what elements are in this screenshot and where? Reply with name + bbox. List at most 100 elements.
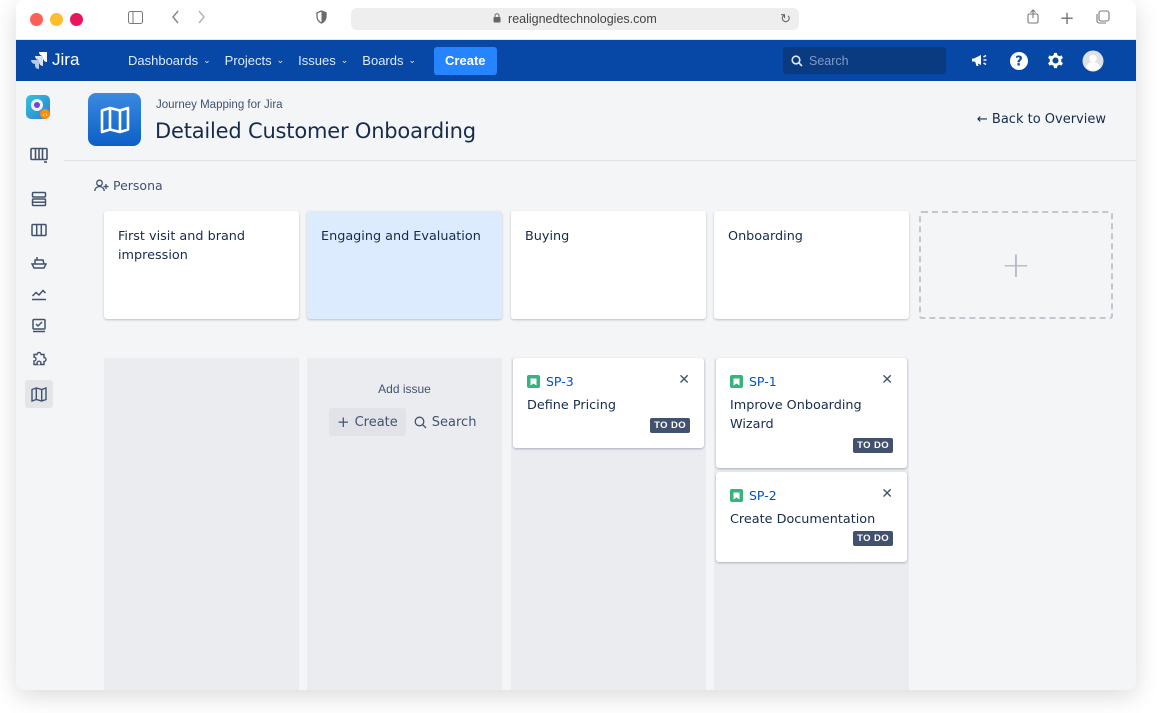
- reports-chart-icon[interactable]: [25, 280, 53, 308]
- help-icon[interactable]: ?: [1007, 48, 1031, 73]
- minimize-window-button[interactable]: [50, 13, 63, 26]
- board-icon[interactable]: [25, 141, 53, 169]
- issue-card[interactable]: SP-2 ✕ Create Documentation TO DO: [716, 472, 907, 562]
- addons-puzzle-icon[interactable]: [25, 344, 53, 372]
- issue-key[interactable]: SP-3: [527, 374, 574, 389]
- forward-arrow-icon[interactable]: [192, 8, 210, 30]
- add-issue-actions: + Create Search: [329, 408, 484, 436]
- issue-key-text: SP-3: [546, 374, 574, 389]
- chevron-down-icon: ⌄: [276, 55, 285, 65]
- jira-logo[interactable]: Jira: [30, 49, 79, 71]
- search-icon: [791, 54, 803, 67]
- browser-toolbar: realignedtechnologies.com ↻ +: [16, 0, 1136, 40]
- status-badge: TO DO: [650, 418, 690, 433]
- issue-key-text: SP-2: [749, 488, 777, 503]
- sidebar-toggle-icon[interactable]: [124, 8, 146, 30]
- lane-engaging-evaluation: Add issue + Create Search: [307, 358, 502, 690]
- issue-summary: Define Pricing: [527, 398, 616, 413]
- stage-label: Onboarding: [728, 229, 803, 244]
- nav-projects[interactable]: Projects ⌄: [225, 53, 285, 68]
- nav-projects-label: Projects: [224, 53, 272, 68]
- nav-issues[interactable]: Issues ⌄: [298, 53, 348, 68]
- stage-first-visit[interactable]: First visit and brand impression: [104, 211, 299, 319]
- create-button[interactable]: Create: [434, 46, 497, 75]
- page-header: Journey Mapping for Jira Detailed Custom…: [64, 81, 1136, 161]
- releases-ship-icon[interactable]: [25, 248, 53, 276]
- chevron-down-icon: ⌄: [408, 55, 417, 65]
- back-to-overview-link[interactable]: ← Back to Overview: [977, 112, 1106, 127]
- new-tab-icon[interactable]: +: [1058, 8, 1076, 30]
- status-badge: TO DO: [853, 438, 893, 453]
- story-icon: [527, 375, 540, 388]
- svg-text:?: ?: [1015, 54, 1023, 69]
- issue-summary: Improve Onboarding Wizard: [730, 398, 862, 432]
- svg-text:‹›: ‹›: [42, 111, 48, 119]
- journey-map-project-icon: [88, 93, 141, 146]
- address-bar[interactable]: realignedtechnologies.com ↻: [351, 8, 799, 30]
- jira-logo-icon: [31, 52, 47, 69]
- stage-onboarding[interactable]: Onboarding: [714, 211, 909, 319]
- persona-button[interactable]: Persona: [94, 178, 163, 193]
- stage-engaging-evaluation[interactable]: Engaging and Evaluation: [307, 211, 502, 319]
- main-content: Journey Mapping for Jira Detailed Custom…: [64, 81, 1136, 690]
- create-issue-label: Create: [354, 414, 398, 430]
- nav-boards-label: Boards: [362, 53, 404, 68]
- journey-app-icon[interactable]: ‹›: [26, 95, 50, 119]
- pages-icon[interactable]: [25, 312, 53, 340]
- add-stage-button[interactable]: +: [919, 211, 1113, 319]
- columns-icon[interactable]: [25, 216, 53, 244]
- avatar[interactable]: [1080, 48, 1106, 73]
- settings-gear-icon[interactable]: [1043, 48, 1067, 73]
- create-issue-button[interactable]: + Create: [329, 408, 406, 436]
- stage-label: Engaging and Evaluation: [321, 229, 481, 244]
- page-title: Detailed Customer Onboarding: [155, 119, 476, 143]
- lane-first-visit: [104, 358, 299, 690]
- browser-window: realignedtechnologies.com ↻ + Jira Dashb…: [16, 0, 1136, 690]
- issue-summary: Create Documentation: [730, 512, 876, 527]
- close-icon[interactable]: ✕: [678, 372, 690, 388]
- journey-map-icon[interactable]: [25, 380, 53, 408]
- project-sidebar: ‹›: [16, 81, 64, 690]
- lane-onboarding: SP-1 ✕ Improve Onboarding Wizard TO DO S…: [714, 358, 909, 690]
- chevron-down-icon: ⌄: [340, 55, 349, 65]
- add-issue-label: Add issue: [378, 382, 431, 396]
- issue-card[interactable]: SP-3 ✕ Define Pricing TO DO: [513, 358, 704, 448]
- story-icon: [730, 489, 743, 502]
- url-text: realignedtechnologies.com: [508, 12, 657, 26]
- top-navigation: Jira Dashboards ⌄ Projects ⌄ Issues ⌄ Board…: [16, 40, 1136, 81]
- search-input[interactable]: Search: [783, 47, 946, 74]
- privacy-shield-icon[interactable]: [312, 8, 330, 30]
- persona-label: Persona: [113, 178, 163, 193]
- issue-card[interactable]: SP-1 ✕ Improve Onboarding Wizard TO DO: [716, 358, 907, 468]
- share-icon[interactable]: [1024, 8, 1042, 30]
- primary-nav: Dashboards ⌄ Projects ⌄ Issues ⌄ Boards ⌄ Cr…: [128, 40, 497, 81]
- close-window-button[interactable]: [30, 13, 43, 26]
- notifications-megaphone-icon[interactable]: [968, 48, 992, 73]
- zoom-window-button[interactable]: [70, 13, 83, 26]
- nav-dashboards[interactable]: Dashboards ⌄: [128, 53, 211, 68]
- reload-icon[interactable]: ↻: [780, 8, 791, 30]
- stage-label: Buying: [525, 229, 570, 244]
- close-icon[interactable]: ✕: [881, 372, 893, 388]
- back-arrow-icon[interactable]: [166, 8, 184, 30]
- nav-boards[interactable]: Boards ⌄: [362, 53, 416, 68]
- issue-key[interactable]: SP-1: [730, 374, 777, 389]
- breadcrumb[interactable]: Journey Mapping for Jira: [156, 99, 283, 111]
- chevron-down-icon: ⌄: [203, 55, 211, 65]
- stage-buying[interactable]: Buying: [511, 211, 706, 319]
- close-icon[interactable]: ✕: [881, 486, 893, 502]
- issue-key[interactable]: SP-2: [730, 488, 777, 503]
- add-person-icon: [94, 179, 109, 192]
- plus-icon: +: [337, 413, 350, 431]
- search-issue-button[interactable]: Search: [406, 408, 485, 436]
- jira-logo-text: Jira: [52, 50, 80, 69]
- plus-icon: +: [1000, 244, 1032, 286]
- search-issue-label: Search: [431, 414, 477, 430]
- lock-icon: [493, 13, 504, 26]
- search-placeholder: Search: [809, 53, 849, 68]
- backlog-icon[interactable]: [25, 185, 53, 213]
- story-icon: [730, 375, 743, 388]
- tab-overview-icon[interactable]: [1094, 8, 1112, 30]
- nav-issues-label: Issues: [298, 53, 336, 68]
- issue-key-text: SP-1: [749, 374, 777, 389]
